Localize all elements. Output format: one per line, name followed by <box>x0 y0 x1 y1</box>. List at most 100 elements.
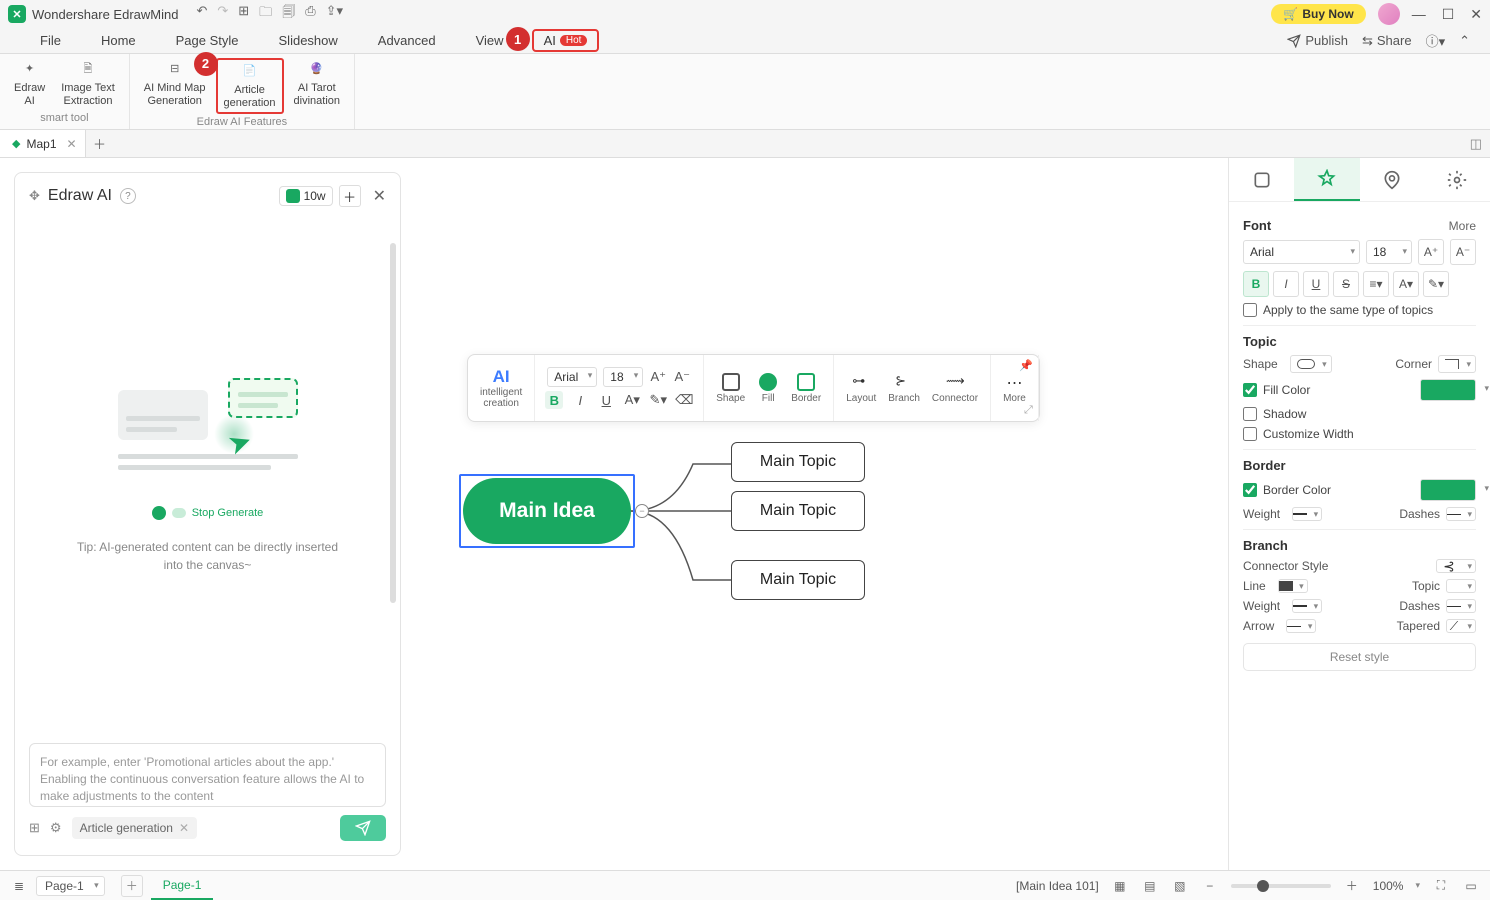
font-size-select[interactable]: 18 <box>1366 240 1412 264</box>
print-icon[interactable]: ⎙ <box>305 3 315 25</box>
branch-button[interactable]: ⊱Branch <box>888 373 920 404</box>
align-button[interactable]: ≡▾ <box>1363 271 1389 297</box>
minimize-icon[interactable]: — <box>1412 6 1426 23</box>
zoom-in-icon[interactable]: ＋ <box>1343 877 1361 895</box>
arrow-select[interactable] <box>1286 619 1316 633</box>
avatar[interactable] <box>1378 3 1400 25</box>
tapered-select[interactable]: ⟋ <box>1446 619 1476 633</box>
ai-tarot-button[interactable]: 🔮AI Tarot divination <box>288 58 346 114</box>
font-increase-icon[interactable]: A⁺ <box>649 368 667 386</box>
buy-now-button[interactable]: 🛒 Buy Now <box>1271 4 1365 24</box>
fill-color-swatch[interactable] <box>1420 379 1476 401</box>
border-dashes-select[interactable] <box>1446 507 1476 521</box>
font-grow-button[interactable]: A⁺ <box>1418 239 1444 265</box>
page-tab-1[interactable]: Page-1 <box>151 871 214 900</box>
italic-button[interactable]: I <box>1273 271 1299 297</box>
canvas[interactable]: AI intelligent creation Arial 18 A⁺ A⁻ B… <box>415 158 1228 870</box>
text-color-button[interactable]: A▾ <box>1393 271 1419 297</box>
border-color-swatch[interactable] <box>1420 479 1476 501</box>
remove-chip-icon[interactable]: ✕ <box>179 821 189 835</box>
font-decrease-icon[interactable]: A⁻ <box>673 368 691 386</box>
menu-pagestyle[interactable]: Page Style <box>156 33 259 48</box>
help-icon[interactable]: ⓘ▾ <box>1426 31 1446 50</box>
shadow-check[interactable]: Shadow <box>1243 407 1476 421</box>
menu-ai[interactable]: 1 AI Hot <box>532 29 600 52</box>
view1-icon[interactable]: ▦ <box>1111 877 1129 895</box>
corner-select[interactable] <box>1438 355 1476 373</box>
topic-line-select[interactable] <box>1446 579 1476 593</box>
new-icon[interactable]: ⊞ <box>238 3 249 25</box>
zoom-value[interactable]: 100% <box>1373 879 1404 893</box>
tab-format[interactable] <box>1294 158 1359 201</box>
border-weight-select[interactable] <box>1292 507 1322 521</box>
undo-icon[interactable]: ↶ <box>196 3 207 25</box>
zoom-slider[interactable] <box>1231 884 1331 888</box>
add-token-button[interactable]: ＋ <box>339 185 361 207</box>
line-color-select[interactable] <box>1278 579 1308 593</box>
layout-button[interactable]: ⊶Layout <box>846 373 876 404</box>
font-color-button[interactable]: A▾ <box>623 391 641 409</box>
tab-map1[interactable]: ◆ Map1 ✕ <box>0 130 86 157</box>
bold-button[interactable]: B <box>1243 271 1269 297</box>
close-tab-icon[interactable]: ✕ <box>66 137 76 151</box>
scrollbar[interactable] <box>390 243 396 603</box>
font-family-select[interactable]: Arial <box>1243 240 1360 264</box>
add-page-button[interactable]: ＋ <box>121 875 143 897</box>
panel-toggle-icon[interactable]: ◫ <box>1470 136 1490 152</box>
font-family-select[interactable]: Arial <box>547 367 597 387</box>
insert-icon[interactable]: ⊞ <box>29 820 40 836</box>
share-button[interactable]: ⇆ Share <box>1362 33 1412 49</box>
fullscreen-icon[interactable]: ⛶ <box>1432 877 1450 895</box>
page-select[interactable]: Page-1 <box>36 876 105 896</box>
highlight-button[interactable]: ✎▾ <box>649 391 667 409</box>
reset-style-button[interactable]: Reset style <box>1243 643 1476 671</box>
menu-home[interactable]: Home <box>81 33 156 48</box>
menu-slideshow[interactable]: Slideshow <box>259 33 358 48</box>
tab-style[interactable] <box>1229 158 1294 201</box>
branch-weight-select[interactable] <box>1292 599 1322 613</box>
mode-chip[interactable]: Article generation✕ <box>72 817 197 839</box>
topic-node-2[interactable]: Main Topic <box>731 491 865 531</box>
help-icon[interactable]: ? <box>120 188 136 204</box>
fit-icon[interactable]: ▭ <box>1462 877 1480 895</box>
zoom-out-icon[interactable]: − <box>1201 877 1219 895</box>
font-size-select[interactable]: 18 <box>603 367 643 387</box>
ai-prompt-input[interactable]: For example, enter 'Promotional articles… <box>29 743 386 807</box>
token-chip[interactable]: 10w <box>279 186 333 206</box>
send-button[interactable] <box>340 815 386 841</box>
export-icon[interactable]: ⇪▾ <box>326 3 343 25</box>
border-button[interactable]: Border <box>791 373 821 404</box>
publish-button[interactable]: Publish <box>1287 33 1348 48</box>
strike-button[interactable]: S <box>1333 271 1359 297</box>
view3-icon[interactable]: ▧ <box>1171 877 1189 895</box>
close-window-icon[interactable]: ✕ <box>1470 6 1482 23</box>
shape-select[interactable] <box>1290 355 1332 373</box>
clear-format-button[interactable]: ⌫ <box>675 391 693 409</box>
custom-width-check[interactable]: Customize Width <box>1243 427 1476 441</box>
connstyle-select[interactable]: ⊰ <box>1436 559 1476 573</box>
connector-button[interactable]: ⟿Connector <box>932 373 978 404</box>
fill-button[interactable]: Fill <box>759 373 777 404</box>
add-tab-button[interactable]: ＋ <box>86 134 114 153</box>
italic-button[interactable]: I <box>571 391 589 409</box>
redo-icon[interactable]: ↷ <box>217 3 228 25</box>
topic-node-3[interactable]: Main Topic <box>731 560 865 600</box>
outline-icon[interactable]: ≣ <box>10 877 28 895</box>
expand-icon[interactable]: ⤢ <box>1024 404 1033 417</box>
maximize-icon[interactable]: ☐ <box>1442 6 1455 23</box>
topic-node-1[interactable]: Main Topic <box>731 442 865 482</box>
font-more[interactable]: More <box>1449 219 1476 233</box>
save-icon[interactable]: 🗐 <box>282 3 295 25</box>
tab-settings[interactable] <box>1425 158 1490 201</box>
image-text-button[interactable]: 🗎Image Text Extraction <box>55 58 121 110</box>
ai-mindmap-button[interactable]: 2 ⊟AI Mind Map Generation <box>138 58 212 114</box>
main-idea-node[interactable]: Main Idea <box>463 478 631 544</box>
tab-location[interactable] <box>1360 158 1425 201</box>
font-shrink-button[interactable]: A⁻ <box>1450 239 1476 265</box>
menu-advanced[interactable]: Advanced <box>358 33 456 48</box>
border-color-check[interactable]: Border Color <box>1243 479 1476 501</box>
underline-button[interactable]: U <box>1303 271 1329 297</box>
collapse-ribbon-icon[interactable]: ⌃ <box>1459 33 1470 49</box>
edraw-ai-button[interactable]: ✦Edraw AI <box>8 58 51 110</box>
menu-file[interactable]: File <box>20 33 81 48</box>
